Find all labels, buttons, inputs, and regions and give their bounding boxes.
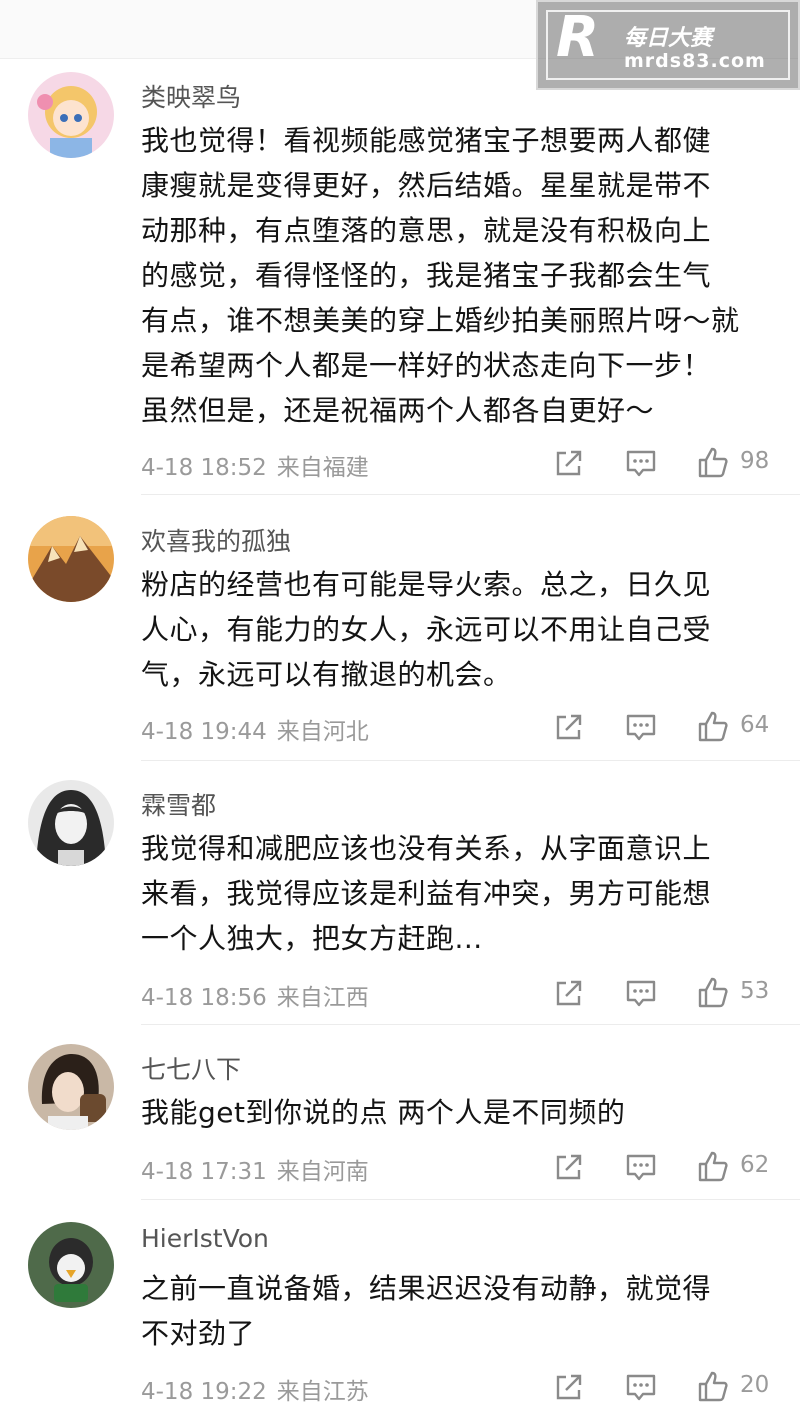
comment-meta: 4-18 18:56 来自江西 xyxy=(141,978,369,1012)
share-icon[interactable] xyxy=(552,976,586,1010)
username[interactable]: 类映翠鸟 xyxy=(141,78,241,114)
comment-text: 我觉得和减肥应该也没有关系，从字面意识上 来看，我觉得应该是利益有冲突，男方可能… xyxy=(141,832,712,955)
thumbs-up-icon[interactable] xyxy=(696,976,730,1010)
avatar[interactable] xyxy=(28,1222,114,1308)
divider xyxy=(141,1024,800,1025)
comment-date: 4-18 18:52 xyxy=(141,455,267,481)
comment-date: 4-18 19:44 xyxy=(141,719,267,745)
comment-text: 我也觉得！看视频能感觉猪宝子想要两人都健 康瘦就是变得更好，然后结婚。星星就是带… xyxy=(141,124,740,427)
like-count: 62 xyxy=(740,1152,770,1178)
watermark-url: mrds83.com xyxy=(624,50,766,72)
comment-actions: 64 xyxy=(552,710,782,744)
share-icon[interactable] xyxy=(552,710,586,744)
comment-date: 4-18 18:56 xyxy=(141,985,267,1011)
comment-location: 来自江苏 xyxy=(276,1379,369,1405)
divider xyxy=(141,494,800,495)
comment-date: 4-18 19:22 xyxy=(141,1379,267,1405)
avatar[interactable] xyxy=(28,72,114,158)
comment-icon[interactable] xyxy=(624,1150,658,1184)
like-count: 64 xyxy=(740,712,770,738)
comment-text: 我能get到你说的点 两个人是不同频的 xyxy=(141,1096,626,1129)
comment-text: 之前一直说备婚，结果迟迟没有动静，就觉得 不对劲了 xyxy=(141,1272,712,1350)
avatar[interactable] xyxy=(28,1044,114,1130)
thumbs-up-icon[interactable] xyxy=(696,710,730,744)
share-icon[interactable] xyxy=(552,1370,586,1404)
like-count: 20 xyxy=(740,1372,770,1398)
avatar[interactable] xyxy=(28,516,114,602)
username[interactable]: 欢喜我的孤独 xyxy=(141,522,291,558)
like-count: 98 xyxy=(740,448,770,474)
username[interactable]: 霖雪都 xyxy=(141,786,216,822)
comment-meta: 4-18 18:52 来自福建 xyxy=(141,448,369,482)
comment-meta: 4-18 19:44 来自河北 xyxy=(141,712,369,746)
comment-location: 来自河南 xyxy=(276,1159,369,1185)
share-icon[interactable] xyxy=(552,1150,586,1184)
comment-icon[interactable] xyxy=(624,710,658,744)
like-count: 53 xyxy=(740,978,770,1004)
username[interactable]: 七七八下 xyxy=(141,1050,241,1086)
comment-icon[interactable] xyxy=(624,446,658,480)
watermark-logo: R xyxy=(556,5,600,70)
thumbs-up-icon[interactable] xyxy=(696,1370,730,1404)
comment-actions: 62 xyxy=(552,1150,782,1184)
comment-text: 粉店的经营也有可能是导火索。总之，日久见 人心，有能力的女人，永远可以不用让自己… xyxy=(141,568,712,691)
comment-date: 4-18 17:31 xyxy=(141,1159,267,1185)
comment-icon[interactable] xyxy=(624,1370,658,1404)
share-icon[interactable] xyxy=(552,446,586,480)
comment-meta: 4-18 19:22 来自江苏 xyxy=(141,1372,369,1406)
comment-meta: 4-18 17:31 来自河南 xyxy=(141,1152,369,1186)
username[interactable]: HierIstVon xyxy=(141,1224,269,1253)
comment-location: 来自江西 xyxy=(276,985,369,1011)
comment-location: 来自福建 xyxy=(276,455,369,481)
comment-actions: 20 xyxy=(552,1370,782,1404)
comment-actions: 53 xyxy=(552,976,782,1010)
thumbs-up-icon[interactable] xyxy=(696,1150,730,1184)
comment-actions: 98 xyxy=(552,446,782,480)
thumbs-up-icon[interactable] xyxy=(696,446,730,480)
comment-location: 来自河北 xyxy=(276,719,369,745)
divider xyxy=(141,760,800,761)
avatar[interactable] xyxy=(28,780,114,866)
comment-icon[interactable] xyxy=(624,976,658,1010)
watermark-title: 每日大赛 xyxy=(624,26,713,51)
site-watermark: R 每日大赛 mrds83.com xyxy=(536,0,800,90)
divider xyxy=(141,1199,800,1200)
